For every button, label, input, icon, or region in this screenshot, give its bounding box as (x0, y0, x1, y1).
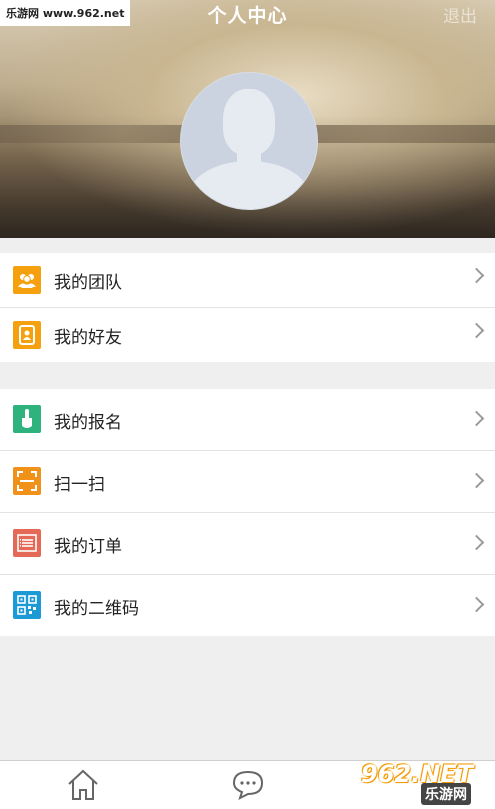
chevron-right-icon (468, 410, 485, 427)
chat-bubble-icon[interactable] (228, 767, 268, 803)
logout-button[interactable]: 退出 (443, 2, 477, 27)
chevron-right-icon (468, 267, 485, 284)
order-list-icon (13, 529, 41, 557)
chevron-right-icon (468, 596, 485, 613)
page-title: 个人中心 (207, 5, 288, 27)
menu-item-scan[interactable]: 扫一扫 (0, 451, 495, 513)
team-icon (13, 266, 41, 294)
menu-group-2: 我的报名 扫一扫 我的订单 我的二维码 (0, 389, 495, 636)
menu-group-1: 我的团队 我的好友 (0, 253, 495, 362)
contacts-icon (13, 321, 41, 349)
menu-label: 我的报名 (54, 413, 122, 433)
menu-label: 我的订单 (54, 537, 122, 557)
home-icon[interactable] (63, 767, 103, 803)
avatar-body (189, 161, 309, 209)
signup-hand-icon (13, 405, 41, 433)
menu-label: 我的好友 (54, 328, 122, 348)
menu-item-orders[interactable]: 我的订单 (0, 513, 495, 575)
qrcode-icon (13, 591, 41, 619)
watermark-bottom: 962.NET 乐游网 (361, 758, 489, 806)
menu-label: 我的二维码 (54, 599, 139, 619)
chevron-right-icon (468, 534, 485, 551)
menu-item-team[interactable]: 我的团队 (0, 253, 495, 308)
menu-item-friends[interactable]: 我的好友 (0, 308, 495, 362)
avatar[interactable] (180, 72, 318, 210)
menu-label: 我的团队 (54, 273, 122, 293)
menu-label: 扫一扫 (54, 475, 105, 495)
menu-item-signup[interactable]: 我的报名 (0, 389, 495, 451)
scan-icon (13, 467, 41, 495)
chevron-right-icon (468, 472, 485, 489)
chevron-right-icon (468, 322, 485, 339)
avatar-head (223, 89, 275, 155)
profile-header: 乐游网 www.962.net 个人中心 退出 (0, 0, 495, 238)
menu-item-qrcode[interactable]: 我的二维码 (0, 575, 495, 636)
watermark-sub: 乐游网 (421, 783, 471, 805)
